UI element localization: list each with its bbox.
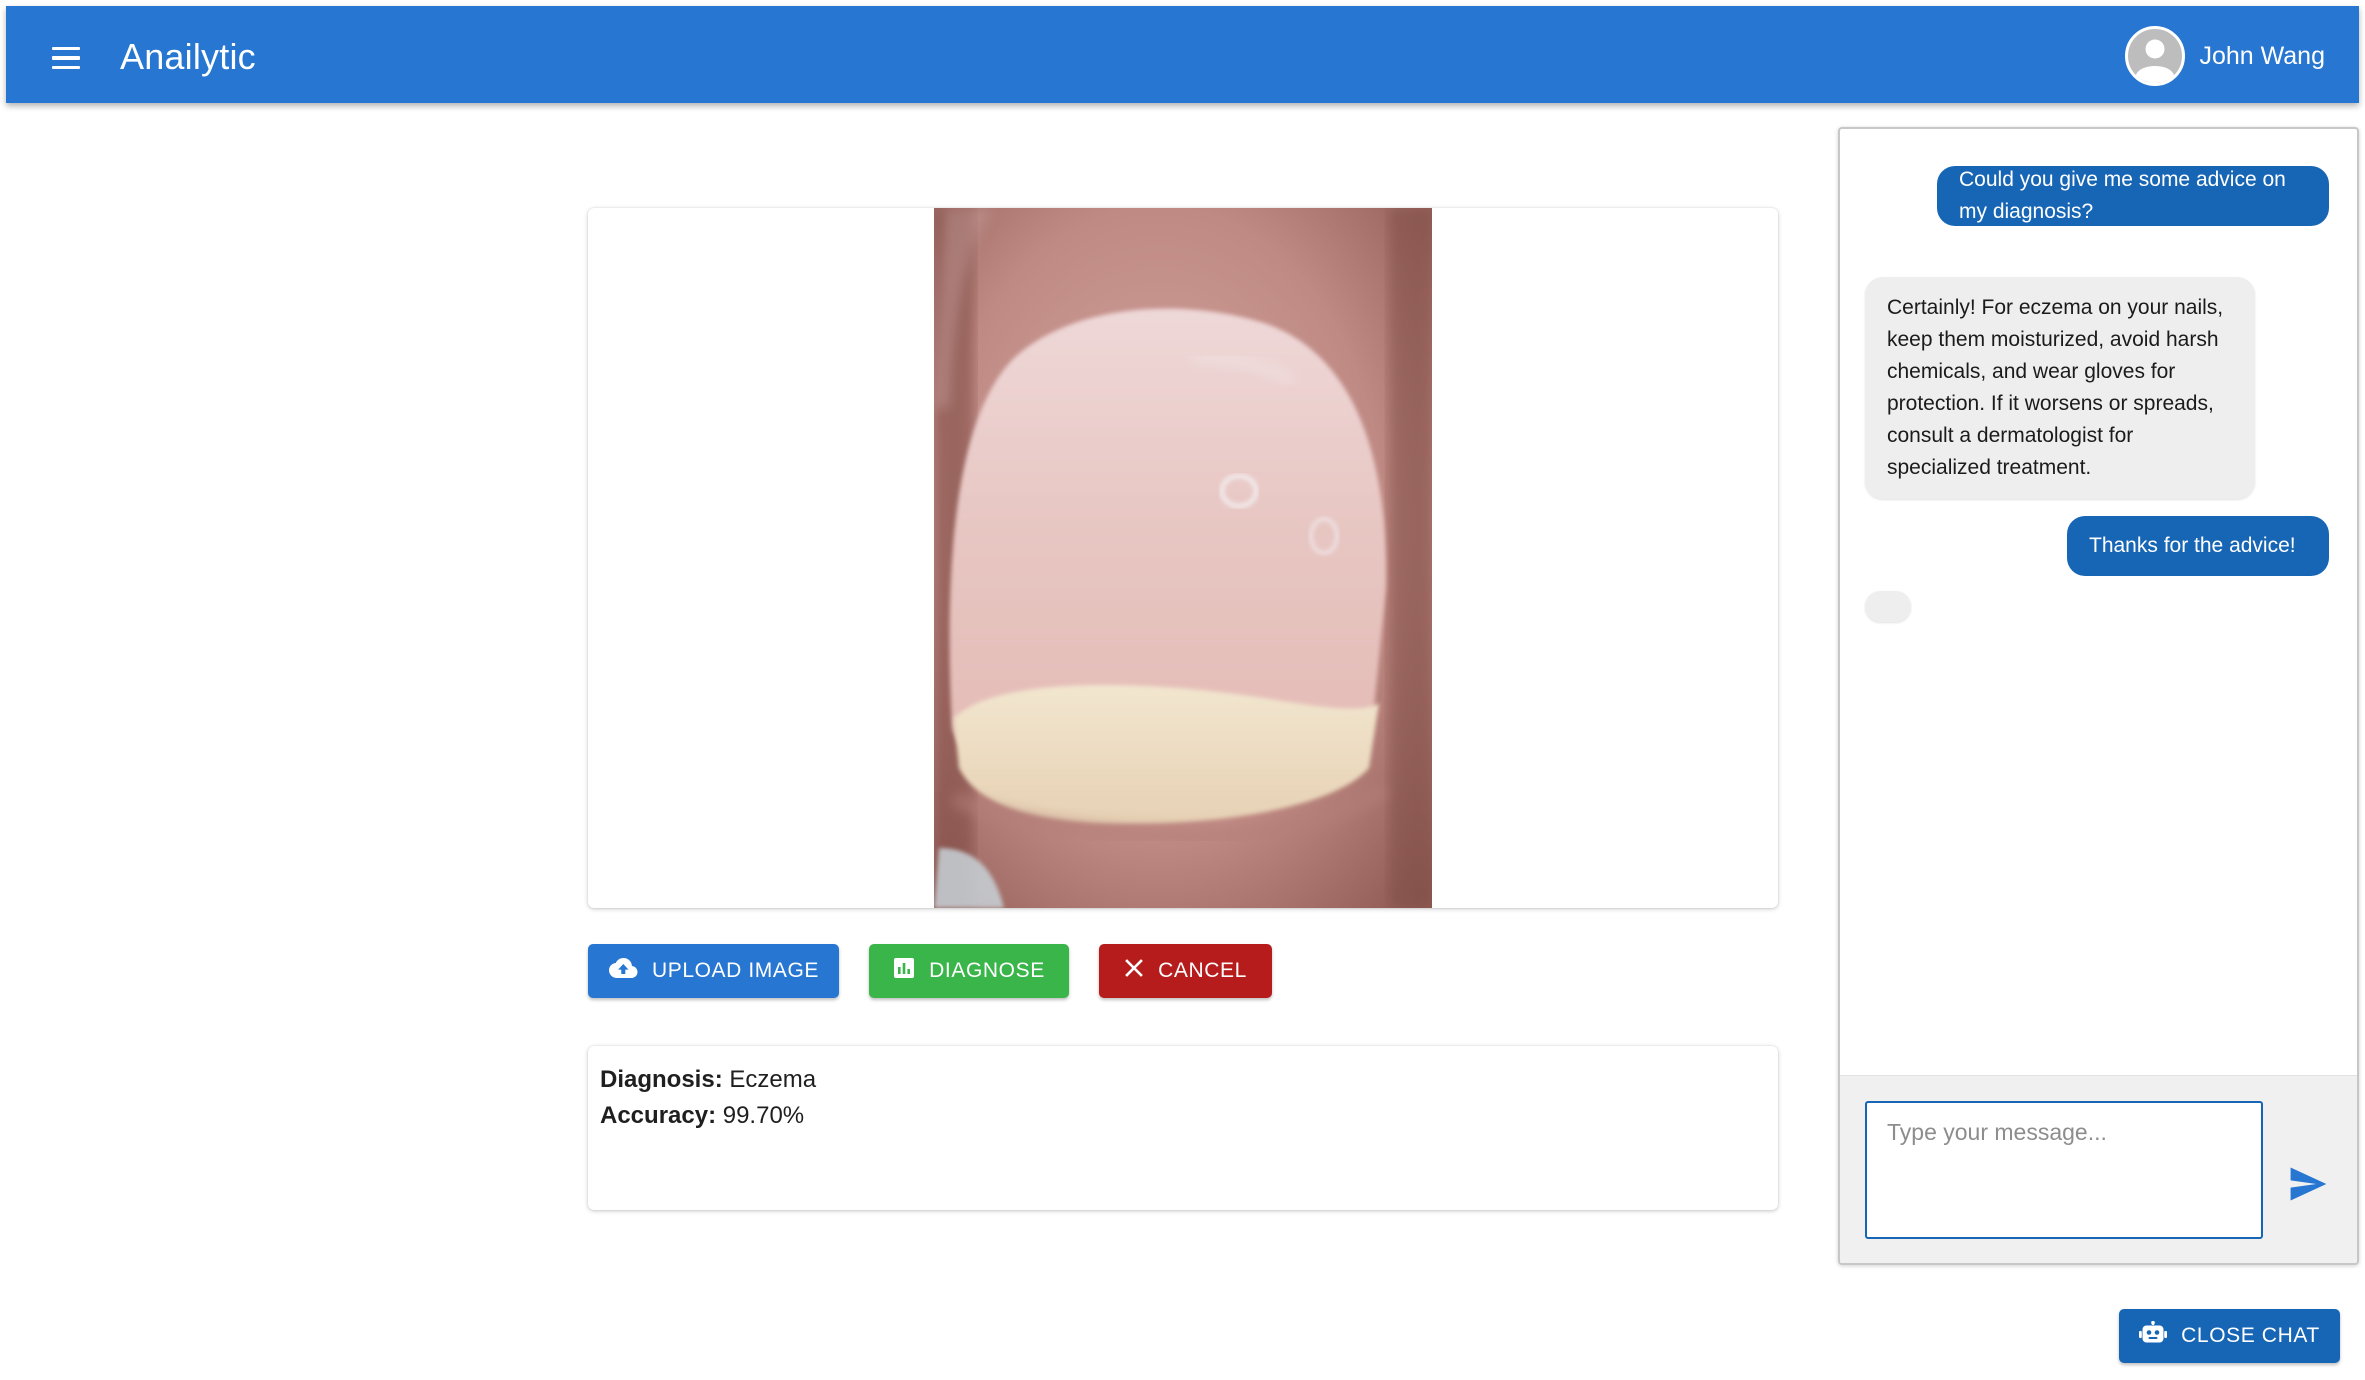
diagnosis-label: Diagnosis: <box>600 1066 723 1093</box>
diagnose-button[interactable]: DIAGNOSE <box>869 944 1069 998</box>
accuracy-line: Accuracy: 99.70% <box>600 1098 1766 1134</box>
diagnosis-line: Diagnosis: Eczema <box>600 1062 1766 1098</box>
nail-image <box>934 208 1432 908</box>
upload-image-button[interactable]: UPLOAD IMAGE <box>588 944 839 998</box>
page: Anailytic John Wang UPLOAD IMAGE DIAGNOS… <box>0 0 2365 1380</box>
chat-panel: Could you give me some advice on my diag… <box>1838 127 2359 1265</box>
menu-icon[interactable] <box>38 30 94 86</box>
app-bar: Anailytic John Wang <box>6 6 2359 103</box>
close-chat-label: CLOSE CHAT <box>2181 1324 2320 1347</box>
app-title: Anailytic <box>120 36 256 77</box>
person-icon <box>2125 26 2186 86</box>
chat-message-user: Thanks for the advice! <box>2067 516 2329 576</box>
image-preview-card <box>588 208 1778 908</box>
chat-message-user: Could you give me some advice on my diag… <box>1937 166 2329 226</box>
accuracy-label: Accuracy: <box>600 1102 717 1129</box>
typing-indicator <box>1865 591 1911 622</box>
upload-image-label: UPLOAD IMAGE <box>651 959 820 982</box>
user-menu[interactable]: John Wang <box>2125 26 2325 86</box>
chat-composer <box>1840 1075 2357 1263</box>
close-icon <box>1124 958 1144 984</box>
cancel-label: CANCEL <box>1158 959 1247 982</box>
chart-icon <box>893 957 915 985</box>
chat-message-input[interactable] <box>1865 1101 2263 1239</box>
chat-message-bot: Certainly! For eczema on your nails, kee… <box>1865 277 2255 499</box>
diagnosis-result-card: Diagnosis: Eczema Accuracy: 99.70% <box>588 1046 1778 1210</box>
accuracy-value: 99.70% <box>722 1102 805 1129</box>
diagnose-label: DIAGNOSE <box>929 959 1045 982</box>
diagnosis-value: Eczema <box>729 1066 817 1093</box>
robot-icon <box>2139 1320 2168 1351</box>
close-chat-button[interactable]: CLOSE CHAT <box>2119 1309 2340 1363</box>
cloud-upload-icon <box>608 957 638 985</box>
cancel-button[interactable]: CANCEL <box>1099 944 1272 998</box>
user-name: John Wang <box>2199 42 2325 70</box>
send-icon[interactable] <box>2286 1162 2330 1206</box>
